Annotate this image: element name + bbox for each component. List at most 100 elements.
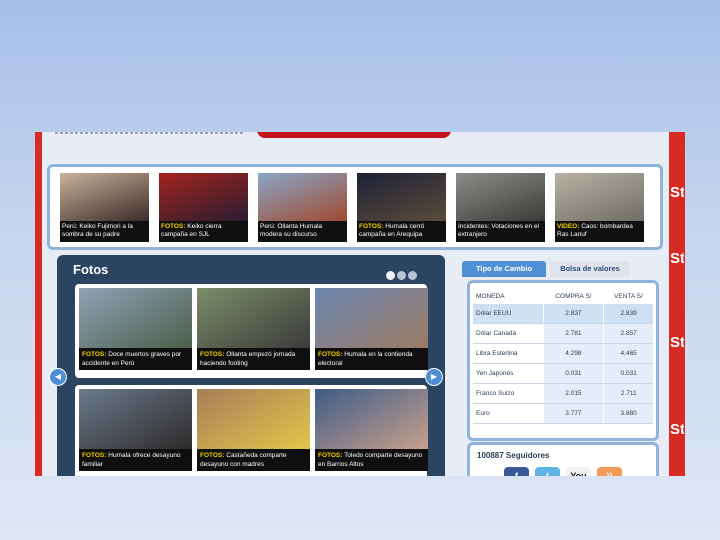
top-red-tab[interactable] [257,132,451,138]
photo-image[interactable] [197,389,310,449]
caption-tag: VIDEO: [557,223,580,230]
column-header: VENTA S/ [614,292,643,300]
table-row[interactable]: Yen Japonés 0.031 0.031 [473,363,653,384]
caption-tag: FOTOS: [82,351,107,358]
pager-dot[interactable] [386,271,395,280]
side-label[interactable]: St [670,334,684,351]
news-caption[interactable]: FOTOS: Humala cerró campaña en Arequipa [357,221,446,242]
currency-name: Euro [473,403,543,424]
pager-dot[interactable] [408,271,417,280]
news-caption[interactable]: VIDEO: Caos: bombardea Ras Lanuf [555,221,644,242]
currency-name: Dólar Canadá [473,323,543,344]
photos-row-2: FOTOS: Humala ofrece desayuno familiar FO… [75,385,428,476]
photo-card[interactable]: FOTOS: Castañeda comparte desayuno con m… [197,389,310,471]
photo-caption[interactable]: FOTOS: Ollanta empezó jornada haciendo f… [197,348,310,370]
photo-card[interactable]: FOTOS: Ollanta empezó jornada haciendo f… [197,288,310,370]
photo-image[interactable] [79,389,192,449]
photo-image[interactable] [79,288,192,348]
youtube-icon[interactable]: You [566,467,591,476]
news-thumbnail[interactable]: Perú: Ollanta Humala modera su discurso [258,173,347,242]
caption-tag: FOTOS: [82,452,107,459]
photo-caption[interactable]: FOTOS: Humala ofrece desayuno familiar [79,449,192,471]
photo-image[interactable] [315,288,428,348]
buy-rate: 4.298 [542,343,604,364]
news-photo[interactable] [357,173,446,221]
side-label[interactable]: St [670,421,684,438]
tab-stock-market[interactable]: Bolsa de valores [550,261,630,277]
photo-caption[interactable]: FOTOS: Humala en la contienda electoral [315,348,428,370]
top-dotted-strip [55,132,245,134]
twitter-icon[interactable]: t [535,467,560,476]
sell-rate: 0.031 [603,363,653,384]
browser-screenshot: Perú: Keiko Fujimori a la sombra de su p… [35,132,685,476]
caption-tag: FOTOS: [318,351,343,358]
photos-pager-dots[interactable] [384,267,417,285]
news-photo[interactable] [456,173,545,221]
photo-card[interactable]: FOTOS: Toledo comparte desayuno en Barri… [315,389,428,471]
caption-tag: FOTOS: [200,452,225,459]
photo-card[interactable]: FOTOS: Humala ofrece desayuno familiar [79,389,192,471]
currency-name: Dólar EEUU [473,304,543,324]
table-row[interactable]: Dólar EEUU 2.837 2.839 [473,304,653,324]
news-caption[interactable]: Perú: Keiko Fujimori a la sombra de su p… [60,221,149,242]
table-row[interactable]: Euro 3.777 3.880 [473,403,653,424]
news-thumbnail[interactable]: Perú: Keiko Fujimori a la sombra de su p… [60,173,149,242]
buy-rate: 2.015 [542,383,604,404]
photo-card[interactable]: FOTOS: Humala en la contienda electoral [315,288,428,370]
caption-tag: FOTOS: [318,452,343,459]
caption-text: Perú: Keiko Fujimori a la sombra de su p… [62,223,133,238]
rss-icon[interactable]: )) [597,467,622,476]
prev-arrow-icon[interactable]: ◀ [49,368,67,386]
buy-rate: 2.781 [542,323,604,344]
side-label[interactable]: St [670,250,684,267]
news-caption[interactable]: FOTOS: Keiko cierra campaña en SJL [159,221,248,242]
table-row[interactable]: Franco Suizo 2.015 2.711 [473,383,653,404]
photo-image[interactable] [315,389,428,449]
news-photo[interactable] [60,173,149,221]
exchange-rate-panel: MONEDA COMPRA S/ VENTA S/ Dólar EEUU 2.83… [467,280,659,441]
caption-tag: FOTOS: [161,223,186,230]
table-row[interactable]: Libra Esterlina 4.298 4.465 [473,343,653,364]
news-thumbnail[interactable]: FOTOS: Keiko cierra campaña en SJL [159,173,248,242]
column-header: MONEDA [476,292,505,300]
pager-dot[interactable] [397,271,406,280]
photos-panel: Fotos FOTOS: Doce muertos graves por acc… [49,255,445,476]
sell-rate: 4.465 [603,343,653,364]
news-caption[interactable]: Incidentes: Votaciones en el extranjero [456,221,545,242]
currency-name: Yen Japonés [473,363,543,384]
photo-image[interactable] [197,288,310,348]
news-photo[interactable] [258,173,347,221]
sell-rate: 2.711 [603,383,653,404]
tab-exchange-rate[interactable]: Tipo de Cambio [462,261,546,277]
left-red-border [35,132,42,476]
photo-caption[interactable]: FOTOS: Toledo comparte desayuno en Barri… [315,449,428,471]
caption-text: Perú: Ollanta Humala modera su discurso [260,223,323,238]
followers-panel: 100887 Seguidores f t You )) [467,442,659,476]
caption-text: Incidentes: Votaciones en el extranjero [458,223,539,238]
news-thumbnail-strip: Perú: Keiko Fujimori a la sombra de su p… [47,164,663,250]
currency-name: Libra Esterlina [473,343,543,364]
caption-tag: FOTOS: [359,223,384,230]
news-photo[interactable] [159,173,248,221]
buy-rate: 2.837 [542,304,604,324]
photo-card[interactable]: FOTOS: Doce muertos graves por accidente… [79,288,192,370]
photos-row-1: FOTOS: Doce muertos graves por accidente… [75,284,428,378]
exchange-rate-table: MONEDA COMPRA S/ VENTA S/ Dólar EEUU 2.83… [473,288,653,424]
photos-title: Fotos [73,262,109,277]
news-caption[interactable]: Perú: Ollanta Humala modera su discurso [258,221,347,242]
sell-rate: 3.880 [603,403,653,424]
sell-rate: 2.839 [603,304,653,324]
photo-caption[interactable]: FOTOS: Castañeda comparte desayuno con m… [197,449,310,471]
news-photo[interactable] [555,173,644,221]
caption-tag: FOTOS: [200,351,225,358]
table-row[interactable]: Dólar Canadá 2.781 2.857 [473,323,653,344]
news-thumbnail[interactable]: VIDEO: Caos: bombardea Ras Lanuf [555,173,644,242]
photo-caption[interactable]: FOTOS: Doce muertos graves por accidente… [79,348,192,370]
side-label[interactable]: St [670,184,684,201]
buy-rate: 3.777 [542,403,604,424]
news-thumbnail[interactable]: Incidentes: Votaciones en el extranjero [456,173,545,242]
next-arrow-icon[interactable]: ▶ [425,368,443,386]
news-thumbnail[interactable]: FOTOS: Humala cerró campaña en Arequipa [357,173,446,242]
buy-rate: 0.031 [542,363,604,384]
facebook-icon[interactable]: f [504,467,529,476]
